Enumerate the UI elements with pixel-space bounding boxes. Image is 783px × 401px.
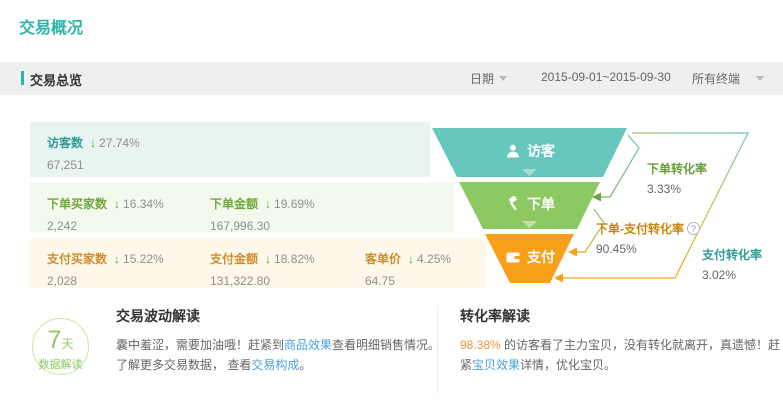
metric-label: 客单价 (365, 252, 401, 266)
metric-value: 2,028 (47, 274, 164, 288)
metric-label: 访客数 (47, 136, 83, 150)
date-range-picker[interactable]: 2015-09-01~2015-09-30 (541, 70, 671, 84)
transaction-overview-page: 交易概况 交易总览 日期 2015-09-01~2015-09-30 所有终端 … (0, 0, 783, 401)
metric-percent: 18.82% (274, 252, 315, 266)
metric-label: 下单买家数 (47, 197, 107, 211)
metric-pay-amount: 支付金额 ↓18.82% 131,322.80 (210, 250, 315, 288)
insight-line: 了解更多交易数据， 查看交易构成。 (116, 355, 446, 375)
arrow-left-icon (554, 274, 563, 283)
trend-down-icon: ↓ (408, 252, 414, 266)
insight-text: 囊中羞涩，需要加油哦！赶紧到 (116, 338, 284, 352)
insight-text: 了解更多交易数据， 查看 (116, 358, 251, 372)
trend-down-icon: ↓ (114, 197, 120, 211)
funnel-stage-visitor: 访客 (450, 141, 610, 161)
date-range-value: 2015-09-01~2015-09-30 (541, 70, 671, 84)
order-conversion-rate: 下单转化率 3.33% (647, 160, 707, 196)
metric-row-order: 下单买家数↓16.34% 2,242 下单金额↓19.69% 167,996.3… (30, 183, 454, 232)
insight-text: 详情，优化宝贝。 (520, 358, 616, 372)
toolbar: 交易总览 日期 2015-09-01~2015-09-30 所有终端 (0, 62, 783, 95)
insight-text: 查看明细销售情况。 (332, 338, 440, 352)
seven-day-badge: 7天 数据解读 (32, 318, 89, 375)
funnel-stage-label: 支付 (527, 249, 555, 265)
conversion-label: 下单转化率 (647, 160, 707, 177)
order-pay-conversion-rate: 下单-支付转化率? 90.45% (596, 220, 700, 256)
metric-visitor-count: 访客数 ↓27.74% 67,251 (47, 134, 140, 172)
help-icon[interactable]: ? (687, 222, 700, 235)
metric-value: 2,242 (47, 219, 164, 233)
metric-value: 131,322.80 (210, 274, 315, 288)
section-title: 交易总览 (30, 70, 82, 89)
terminal-selector-dropdown[interactable]: 所有终端 (692, 70, 764, 87)
metric-percent: 16.34% (123, 197, 164, 211)
conversion-value: 90.45% (596, 242, 700, 256)
highlight-percent: 98.38% (460, 338, 501, 352)
trend-down-icon: ↓ (90, 136, 96, 150)
conversion-rate-insight: 转化率解读 98.38% 的访客看了主力宝贝，没有转化就离开，真遗憾！赶紧宝贝效… (437, 306, 783, 394)
funnel-stage-payment: 支付 (450, 247, 610, 267)
insight-text: 。 (299, 358, 311, 372)
trend-down-icon: ↓ (265, 252, 271, 266)
pay-conversion-rate: 支付转化率 3.02% (702, 246, 762, 282)
date-filter-label: 日期 (470, 72, 494, 86)
metric-order-buyers: 下单买家数 ↓16.34% 2,242 (47, 195, 164, 233)
metric-label: 支付金额 (210, 252, 258, 266)
trend-down-icon: ↓ (265, 197, 271, 211)
badge-caption: 数据解读 (33, 356, 88, 372)
funnel-stage-order: 下单 (450, 194, 610, 214)
badge-number: 7 (48, 326, 62, 354)
conversion-label: 下单-支付转化率 (596, 222, 684, 236)
terminal-selector-value: 所有终端 (692, 72, 740, 86)
metric-pay-buyers: 支付买家数 ↓15.22% 2,028 (47, 250, 164, 288)
date-filter-dropdown[interactable]: 日期 (470, 70, 507, 87)
section-marker (21, 71, 24, 85)
order-icon (505, 196, 521, 212)
conversion-value: 3.02% (702, 268, 762, 282)
chevron-down-icon (499, 76, 507, 81)
transaction-composition-link[interactable]: 交易构成 (251, 358, 299, 372)
metric-row-visitor: 访客数 ↓27.74% 67,251 (30, 122, 430, 177)
conversion-value: 3.33% (647, 182, 707, 196)
conversion-label: 支付转化率 (702, 246, 762, 263)
insight-title: 交易波动解读 (116, 306, 446, 326)
page-title: 交易概况 (19, 14, 83, 38)
payment-icon (505, 249, 521, 265)
metric-label: 下单金额 (210, 197, 258, 211)
metric-label: 支付买家数 (47, 252, 107, 266)
metric-percent: 27.74% (99, 136, 140, 150)
funnel-stage-label: 下单 (527, 196, 555, 212)
metric-row-payment: 支付买家数↓15.22% 2,028 支付金额↓18.82% 131,322.8… (30, 238, 486, 288)
chevron-down-icon (756, 76, 764, 81)
metric-order-amount: 下单金额 ↓19.69% 167,996.30 (210, 195, 315, 233)
metric-value: 167,996.30 (210, 219, 315, 233)
funnel-stage-label: 访客 (527, 143, 555, 159)
badge-unit: 天 (61, 337, 73, 351)
metric-percent: 19.69% (274, 197, 315, 211)
insight-line: 98.38% 的访客看了主力宝贝，没有转化就离开，真遗憾！赶紧宝贝效果详情，优化… (460, 335, 783, 375)
item-effect-link[interactable]: 宝贝效果 (472, 358, 520, 372)
transaction-fluctuation-insight: 交易波动解读 囊中羞涩，需要加油哦！赶紧到商品效果查看明细销售情况。 了解更多交… (116, 306, 446, 375)
visitor-icon (505, 143, 521, 159)
product-effect-link[interactable]: 商品效果 (284, 338, 332, 352)
metric-percent: 15.22% (123, 252, 164, 266)
metric-value: 67,251 (47, 158, 140, 172)
insight-title: 转化率解读 (460, 306, 783, 326)
insight-line: 囊中羞涩，需要加油哦！赶紧到商品效果查看明细销售情况。 (116, 335, 446, 355)
trend-down-icon: ↓ (114, 252, 120, 266)
